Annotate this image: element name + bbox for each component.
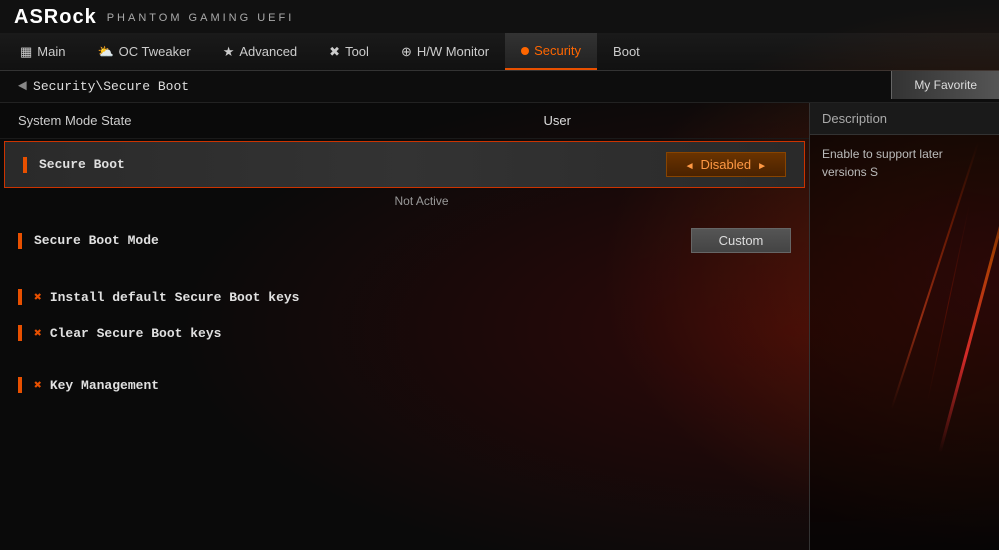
brand-logo: ASRock bbox=[14, 6, 97, 29]
content-left: System Mode State User Secure Boot Disab… bbox=[0, 103, 809, 550]
secure-boot-value[interactable]: Disabled bbox=[666, 152, 786, 177]
nav-label-security: Security bbox=[534, 43, 581, 58]
clear-keys-row[interactable]: ✖ Clear Secure Boot keys bbox=[0, 315, 809, 351]
nav-label-hw: H/W Monitor bbox=[417, 44, 489, 59]
nav-item-tool[interactable]: ✖ Tool bbox=[313, 33, 385, 70]
nav-label-advanced: Advanced bbox=[239, 44, 297, 59]
secure-boot-status: Not Active bbox=[34, 190, 809, 218]
install-keys-indicator bbox=[18, 289, 22, 305]
breadcrumb-arrow-icon: ◄ bbox=[18, 78, 27, 95]
main-icon: ▦ bbox=[20, 44, 32, 60]
key-management-row[interactable]: ✖ Key Management bbox=[0, 367, 809, 403]
nav-item-boot[interactable]: Boot bbox=[597, 33, 656, 70]
secure-boot-mode-row[interactable]: Secure Boot Mode Custom bbox=[0, 218, 809, 263]
secure-boot-indicator bbox=[23, 157, 27, 173]
clear-keys-indicator bbox=[18, 325, 22, 341]
nav-item-hw-monitor[interactable]: ⊕ H/W Monitor bbox=[385, 33, 505, 70]
install-keys-row[interactable]: ✖ Install default Secure Boot keys bbox=[0, 279, 809, 315]
streak1 bbox=[938, 162, 999, 453]
tool-icon: ✖ bbox=[329, 44, 340, 60]
clear-keys-label: Clear Secure Boot keys bbox=[50, 326, 791, 341]
secure-boot-mode-value[interactable]: Custom bbox=[691, 228, 791, 253]
brand-logo-text: ASRock bbox=[14, 6, 97, 28]
secure-boot-mode-indicator bbox=[18, 233, 22, 249]
key-management-indicator bbox=[18, 377, 22, 393]
main-content: System Mode State User Secure Boot Disab… bbox=[0, 103, 999, 550]
description-text: Enable to support later versions S bbox=[810, 135, 999, 191]
nav-label-boot: Boot bbox=[613, 44, 640, 59]
description-panel: Description Enable to support later vers… bbox=[809, 103, 999, 550]
description-header: Description bbox=[810, 103, 999, 135]
install-keys-icon: ✖ bbox=[34, 290, 42, 305]
system-mode-row: System Mode State User bbox=[0, 103, 809, 139]
nav-item-security[interactable]: Security bbox=[505, 33, 597, 70]
nav-label-oc: OC Tweaker bbox=[119, 44, 191, 59]
hw-icon: ⊕ bbox=[401, 44, 412, 60]
nav-item-advanced[interactable]: ★ Advanced bbox=[207, 33, 313, 70]
system-mode-label: System Mode State bbox=[18, 113, 544, 128]
clear-keys-icon: ✖ bbox=[34, 326, 42, 341]
key-management-label: Key Management bbox=[50, 378, 791, 393]
key-management-icon: ✖ bbox=[34, 378, 42, 393]
oc-icon: ⛅ bbox=[97, 44, 113, 60]
section-gap2 bbox=[0, 351, 809, 367]
secure-boot-label: Secure Boot bbox=[39, 157, 666, 172]
security-dot-icon bbox=[521, 47, 529, 55]
nav-label-main: Main bbox=[37, 44, 65, 59]
breadcrumb-bar: ◄ Security\Secure Boot My Favorite bbox=[0, 71, 999, 103]
secure-boot-mode-label: Secure Boot Mode bbox=[34, 233, 691, 248]
nav-bar: ▦ Main ⛅ OC Tweaker ★ Advanced ✖ Tool ⊕ … bbox=[0, 33, 999, 71]
advanced-icon: ★ bbox=[223, 44, 235, 60]
streak3 bbox=[927, 205, 970, 401]
system-mode-value: User bbox=[544, 113, 571, 128]
my-favorite-button[interactable]: My Favorite bbox=[891, 71, 999, 99]
logo-bar: ASRock PHANTOM GAMING UEFI bbox=[0, 0, 999, 33]
nav-item-main[interactable]: ▦ Main bbox=[4, 33, 81, 70]
bios-screen: ASRock PHANTOM GAMING UEFI ▦ Main ⛅ OC T… bbox=[0, 0, 999, 550]
nav-label-tool: Tool bbox=[345, 44, 369, 59]
section-gap bbox=[0, 263, 809, 279]
nav-spacer bbox=[656, 33, 995, 70]
brand-subtitle: PHANTOM GAMING UEFI bbox=[107, 12, 295, 24]
breadcrumb: Security\Secure Boot bbox=[33, 79, 189, 94]
install-keys-label: Install default Secure Boot keys bbox=[50, 290, 791, 305]
nav-item-oc-tweaker[interactable]: ⛅ OC Tweaker bbox=[81, 33, 206, 70]
secure-boot-row[interactable]: Secure Boot Disabled bbox=[4, 141, 805, 188]
